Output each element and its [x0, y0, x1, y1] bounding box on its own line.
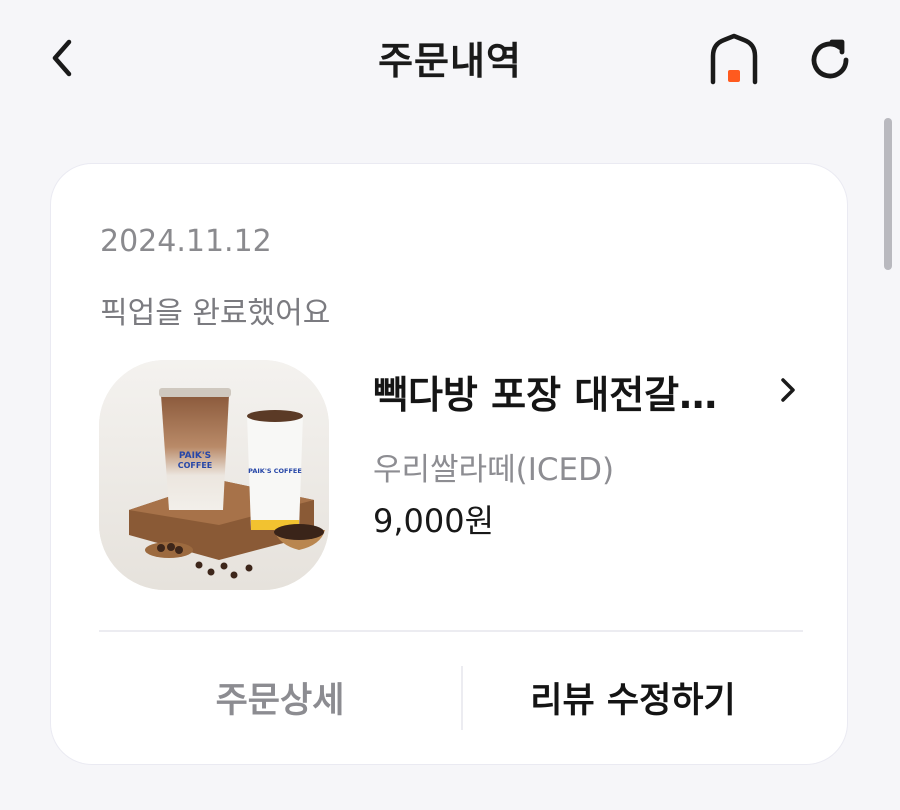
store-name[interactable]: 빽다방 포장 대전갈…: [373, 364, 763, 419]
order-detail-button[interactable]: 주문상세: [99, 664, 461, 730]
menu-name: 우리쌀라떼(ICED): [373, 452, 615, 488]
store-detail-button[interactable]: [773, 370, 803, 410]
chevron-left-icon: [52, 39, 72, 77]
back-button[interactable]: [38, 34, 86, 82]
product-image[interactable]: PAIK'S COFFEE PAIK'S COFFEE: [99, 360, 329, 590]
edit-review-button[interactable]: 리뷰 수정하기: [463, 664, 803, 730]
app-header: 주문내역: [0, 0, 900, 118]
divider: [99, 630, 803, 632]
refresh-icon: [811, 39, 849, 79]
order-status: 픽업을 완료했어요: [100, 296, 331, 331]
order-card: 2024.11.12 픽업을 완료했어요 PAIK'S COFFEE PAIK'…: [50, 163, 848, 765]
svg-text:PAIK'S COFFEE: PAIK'S COFFEE: [248, 467, 302, 475]
coffee-product-illustration: PAIK'S COFFEE PAIK'S COFFEE: [99, 360, 329, 590]
order-price: 9,000원: [373, 502, 495, 540]
refresh-button[interactable]: [800, 30, 860, 90]
home-button[interactable]: [702, 30, 766, 90]
order-date: 2024.11.12: [100, 224, 272, 259]
svg-text:COFFEE: COFFEE: [178, 461, 213, 470]
svg-text:PAIK'S: PAIK'S: [179, 451, 211, 461]
home-icon: [710, 33, 758, 85]
scrollbar[interactable]: [884, 118, 892, 270]
chevron-right-icon: [781, 378, 795, 402]
